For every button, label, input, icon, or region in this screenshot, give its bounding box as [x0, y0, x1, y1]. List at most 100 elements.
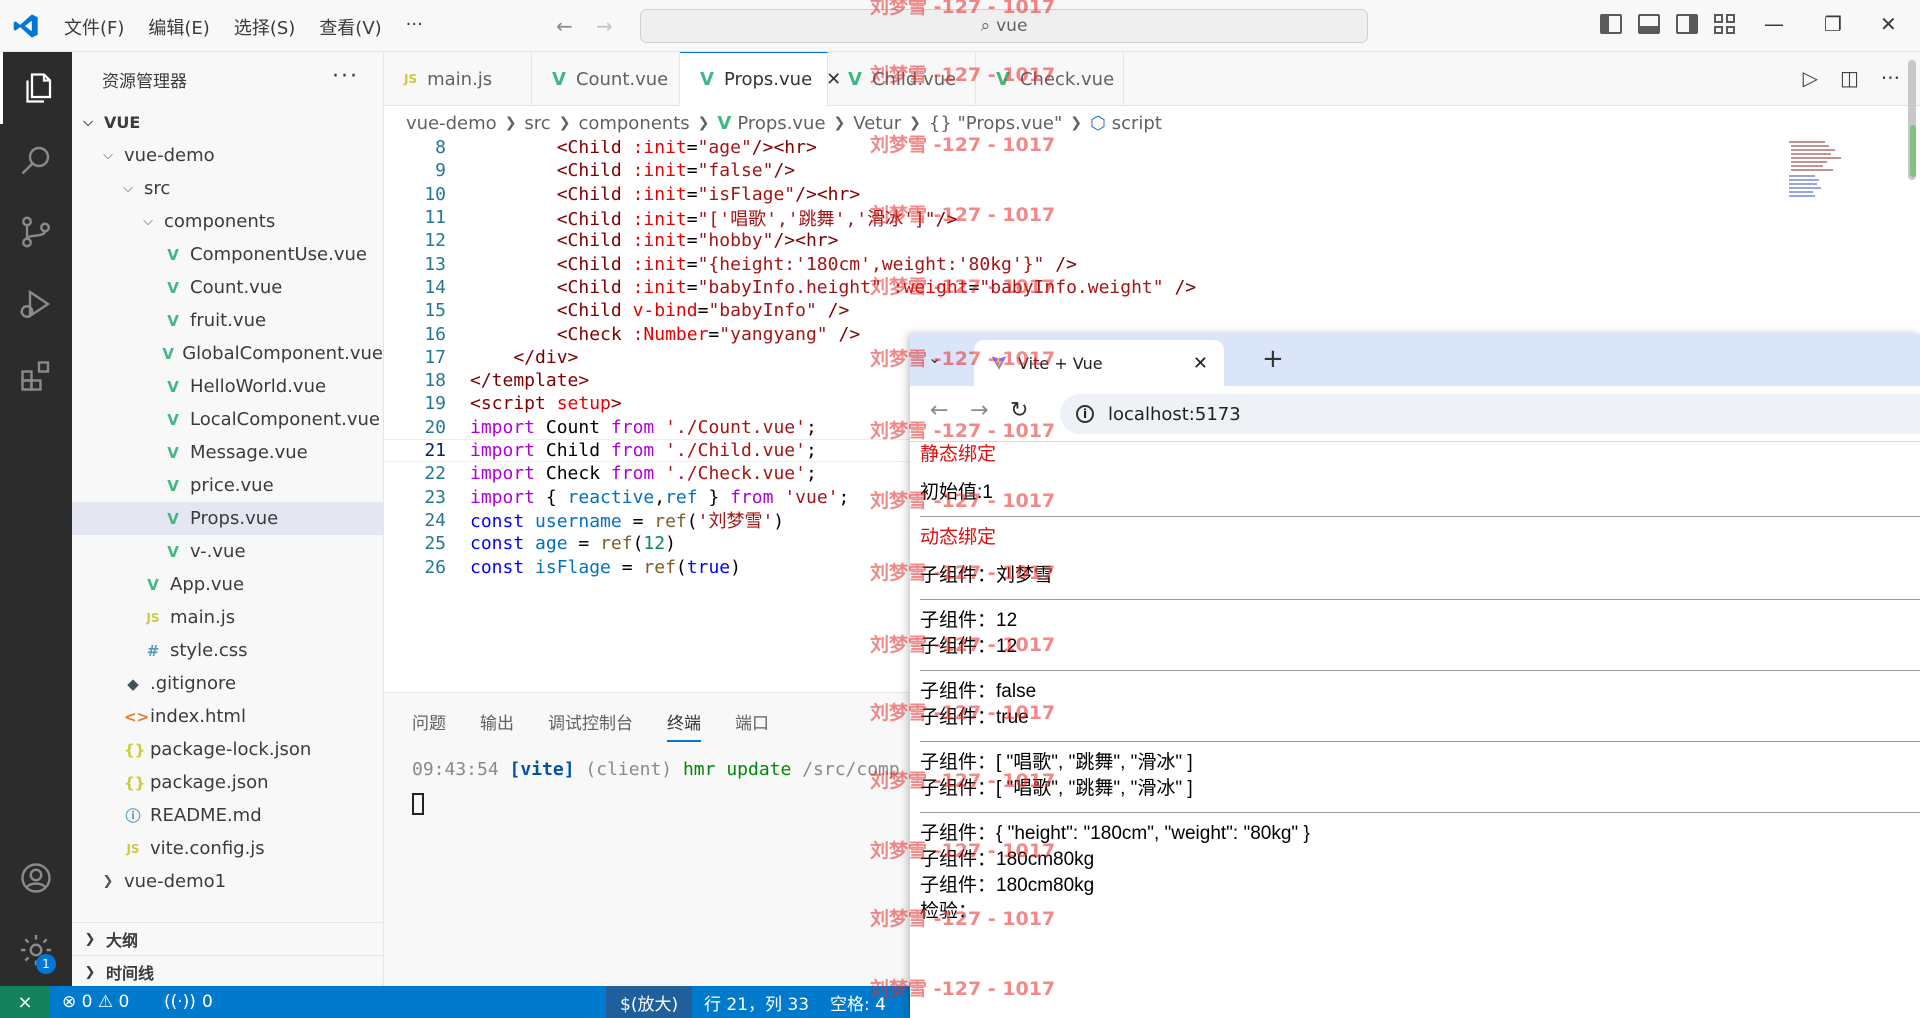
- editor-tab[interactable]: V Check.vue: [976, 52, 1124, 106]
- remote-icon[interactable]: ⨯: [0, 986, 50, 1018]
- tree-item[interactable]: V GlobalComponent.vue: [72, 337, 383, 370]
- breadcrumb-item[interactable]: script: [1112, 113, 1162, 134]
- tree-item[interactable]: Vfruit.vue: [72, 304, 383, 337]
- code-line[interactable]: 10 <Child :init="isFlage"/><hr>: [384, 183, 1920, 206]
- cursor-position-status[interactable]: 行 21，列 33: [704, 986, 809, 1018]
- timeline-section[interactable]: ❯ 时间线: [72, 955, 383, 986]
- address-bar[interactable]: i localhost:5173: [1060, 394, 1920, 434]
- explorer-more-icon[interactable]: ···: [332, 64, 359, 89]
- tree-item[interactable]: ⌵ components: [72, 205, 383, 238]
- breadcrumb-item[interactable]: Vetur: [853, 113, 901, 134]
- menu-view[interactable]: 查看(V): [319, 14, 381, 40]
- browser-forward-icon[interactable]: →: [970, 398, 988, 423]
- code-line[interactable]: 12 <Child :init="hobby"/><hr>: [384, 229, 1920, 252]
- line-number: 19: [424, 393, 446, 415]
- code-token: />: [935, 208, 958, 230]
- editor-tab[interactable]: V Count.vue: [532, 52, 680, 106]
- tree-item[interactable]: V App.vue: [72, 568, 383, 601]
- code-line[interactable]: 11 <Child :init="['唱歌','跳舞','滑冰']"/>: [384, 206, 1920, 230]
- code-line[interactable]: 15 <Child v-bind="babyInfo" />: [384, 299, 1920, 322]
- zoom-mode-status[interactable]: $(放大): [606, 986, 693, 1018]
- code-line[interactable]: 14 <Child :init="babyInfo.height" :weigh…: [384, 276, 1920, 299]
- tree-item[interactable]: V Message.vue: [72, 436, 383, 469]
- tree-item[interactable]: ⌵ VUE: [72, 106, 383, 139]
- tree-item[interactable]: ⓘ README.md: [72, 799, 383, 832]
- menu-more[interactable]: ···: [406, 14, 423, 40]
- command-center-search[interactable]: ⌕ vue: [640, 9, 1368, 43]
- minimize-icon[interactable]: —: [1764, 12, 1784, 36]
- toggle-primary-sidebar-icon[interactable]: [1600, 14, 1622, 34]
- manage-gear-icon[interactable]: 1: [0, 914, 72, 986]
- tree-item[interactable]: JS main.js: [72, 601, 383, 634]
- run-debug-icon[interactable]: [0, 268, 72, 340]
- close-tab-icon[interactable]: ✕: [1193, 353, 1208, 374]
- panel-tab[interactable]: 输出: [480, 709, 514, 742]
- code-line[interactable]: 13 <Child :init="{height:'180cm',weight:…: [384, 253, 1920, 276]
- toggle-secondary-sidebar-icon[interactable]: [1676, 14, 1698, 34]
- run-icon[interactable]: ▷: [1803, 66, 1818, 90]
- customize-layout-icon[interactable]: [1714, 14, 1736, 34]
- explorer-icon[interactable]: [0, 52, 72, 124]
- reload-icon[interactable]: ↻: [1010, 398, 1028, 423]
- panel-tab[interactable]: 终端: [667, 709, 701, 742]
- editor-tab[interactable]: JS main.js: [384, 52, 532, 106]
- problems-status[interactable]: ⊗ 0 ⚠ 0: [62, 986, 129, 1018]
- indentation-status[interactable]: 空格: 4: [830, 986, 886, 1018]
- tree-item[interactable]: Vprice.vue: [72, 469, 383, 502]
- breadcrumb-item[interactable]: src: [524, 113, 550, 134]
- more-actions-icon[interactable]: ···: [1881, 66, 1900, 90]
- code-line[interactable]: 9 <Child :init="false"/>: [384, 159, 1920, 182]
- panel-tab[interactable]: 端口: [735, 709, 769, 742]
- search-view-icon[interactable]: [0, 124, 72, 196]
- panel-tab[interactable]: 调试控制台: [548, 709, 633, 742]
- breadcrumb-item[interactable]: components: [578, 113, 689, 134]
- tree-item[interactable]: Vv-.vue: [72, 535, 383, 568]
- back-arrow-icon[interactable]: ←: [556, 14, 573, 38]
- outline-section[interactable]: ❯ 大纲: [72, 922, 383, 955]
- menu-edit[interactable]: 编辑(E): [148, 14, 209, 40]
- terminal-output[interactable]: 09:43:54 [vite] (client) hmr update /src…: [412, 759, 900, 780]
- panel-tab[interactable]: 问题: [412, 709, 446, 742]
- vue-file-icon: V: [167, 410, 179, 429]
- code-token: :Number: [632, 323, 709, 345]
- tree-item[interactable]: JS vite.config.js: [72, 832, 383, 865]
- extensions-icon[interactable]: [0, 340, 72, 412]
- breadcrumb-item[interactable]: Props.vue: [737, 113, 825, 134]
- tree-item[interactable]: <> index.html: [72, 700, 383, 733]
- accounts-icon[interactable]: [0, 842, 72, 914]
- close-window-icon[interactable]: ✕: [1880, 12, 1897, 36]
- browser-back-icon[interactable]: ←: [930, 398, 948, 423]
- ports-status[interactable]: ((·)) 0: [164, 986, 213, 1018]
- tree-item[interactable]: V Count.vue: [72, 271, 383, 304]
- tree-item[interactable]: V LocalComponent.vue: [72, 403, 383, 436]
- tree-item[interactable]: V HelloWorld.vue: [72, 370, 383, 403]
- menu-file[interactable]: 文件(F): [64, 14, 124, 40]
- browser-tab[interactable]: Vite + Vue ✕: [974, 340, 1224, 386]
- site-info-icon[interactable]: i: [1076, 405, 1094, 423]
- minimap[interactable]: [1785, 138, 1855, 208]
- tree-item[interactable]: # style.css: [72, 634, 383, 667]
- tree-item[interactable]: ⌵ src: [72, 172, 383, 205]
- breadcrumb-item[interactable]: {} "Props.vue": [929, 113, 1062, 134]
- new-tab-icon[interactable]: +: [1262, 344, 1284, 374]
- menu-selection[interactable]: 选择(S): [234, 14, 295, 40]
- breadcrumb-item[interactable]: vue-demo: [406, 113, 497, 134]
- tree-item[interactable]: ⌵ vue-demo: [72, 139, 383, 172]
- tab-search-icon[interactable]: ⌄: [928, 348, 941, 367]
- restore-icon[interactable]: ❐: [1824, 12, 1842, 36]
- tree-item[interactable]: {} package-lock.json: [72, 733, 383, 766]
- tree-item[interactable]: ❯ vue-demo1: [72, 865, 383, 898]
- code-token: <Child: [556, 253, 633, 275]
- editor-tab[interactable]: V Props.vue ✕: [680, 52, 841, 106]
- forward-arrow-icon[interactable]: →: [596, 14, 613, 38]
- split-editor-icon[interactable]: ◫: [1840, 66, 1859, 90]
- tree-item[interactable]: ◆ .gitignore: [72, 667, 383, 700]
- tree-item[interactable]: V ComponentUse.vue: [72, 238, 383, 271]
- tree-item[interactable]: V Props.vue: [72, 502, 383, 535]
- code-line[interactable]: 8 <Child :init="age"/><hr>: [384, 140, 1920, 159]
- source-control-icon[interactable]: [0, 196, 72, 268]
- editor-tab[interactable]: V Child.vue: [828, 52, 976, 106]
- toggle-panel-icon[interactable]: [1638, 14, 1660, 34]
- tree-item[interactable]: {} package.json: [72, 766, 383, 799]
- code-text: <Child :init="babyInfo.height" :weight="…: [470, 277, 1196, 298]
